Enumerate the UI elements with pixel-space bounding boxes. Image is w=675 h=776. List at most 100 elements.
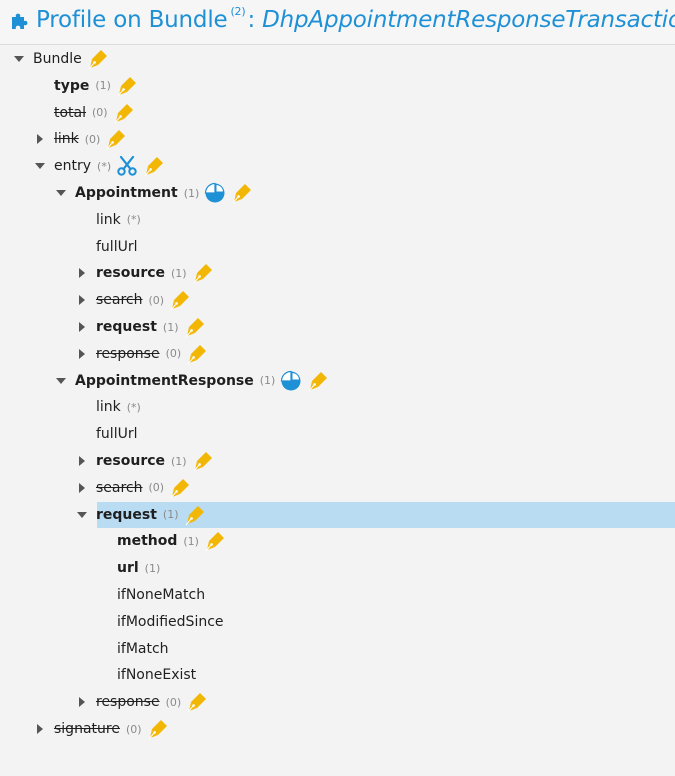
tree-row[interactable]: link (0) xyxy=(0,126,675,152)
tree-row[interactable]: response (0) xyxy=(0,341,675,367)
tree-node: Appointment (1) xyxy=(55,180,253,206)
tree-row[interactable]: link (*) xyxy=(0,394,675,420)
tree-node: response (0) xyxy=(76,689,208,715)
element-label[interactable]: Appointment xyxy=(75,185,178,201)
tree-node: link (*) xyxy=(76,207,141,233)
tree-row[interactable]: total (0) xyxy=(0,100,675,126)
page-title: Profile on Bundle (2): DhpAppointmentResp… xyxy=(36,5,675,33)
pen-icon xyxy=(184,504,206,526)
tree-row[interactable]: request (1) xyxy=(0,501,675,528)
scissors-icon xyxy=(116,155,138,177)
pen-icon xyxy=(116,75,138,97)
tree-row[interactable]: link (*) xyxy=(0,207,675,233)
expand-arrow-icon[interactable] xyxy=(55,375,67,387)
element-label[interactable]: Bundle xyxy=(33,51,82,67)
tree-row[interactable]: Bundle xyxy=(0,46,675,72)
pen-icon xyxy=(192,262,214,284)
tree-row[interactable]: response (0) xyxy=(0,689,675,715)
element-label[interactable]: fullUrl xyxy=(96,239,137,255)
cardinality: (1) xyxy=(171,266,187,280)
tree-row[interactable]: Appointment (1) xyxy=(0,180,675,206)
tree-row[interactable]: search (0) xyxy=(0,475,675,501)
toggle-spacer xyxy=(97,643,109,655)
expand-arrow-icon[interactable] xyxy=(76,509,88,521)
tree-node: method (1) xyxy=(97,528,226,554)
element-label[interactable]: search xyxy=(96,480,143,496)
tree-row[interactable]: url (1) xyxy=(0,555,675,581)
cardinality: (*) xyxy=(126,213,141,227)
pen-icon xyxy=(169,477,191,499)
toggle-spacer xyxy=(76,214,88,226)
element-label[interactable]: request xyxy=(96,319,157,335)
pen-icon xyxy=(192,450,214,472)
element-label[interactable]: resource xyxy=(96,265,165,281)
collapse-arrow-icon[interactable] xyxy=(34,133,46,145)
collapse-arrow-icon[interactable] xyxy=(76,482,88,494)
cardinality: (*) xyxy=(97,159,112,173)
tree-row[interactable]: ifModifiedSince xyxy=(0,609,675,635)
tree-node: response (0) xyxy=(76,341,208,367)
tree-row[interactable]: method (1) xyxy=(0,528,675,554)
element-label[interactable]: AppointmentResponse xyxy=(75,373,254,389)
element-label[interactable]: method xyxy=(117,533,177,549)
tree-node: search (0) xyxy=(76,475,191,501)
pen-icon xyxy=(184,316,206,338)
tree-row[interactable]: AppointmentResponse (1) xyxy=(0,368,675,394)
pen-icon xyxy=(169,289,191,311)
tree-row[interactable]: resource (1) xyxy=(0,448,675,474)
toggle-spacer xyxy=(76,401,88,413)
element-label[interactable]: response xyxy=(96,694,160,710)
collapse-arrow-icon[interactable] xyxy=(76,696,88,708)
element-label[interactable]: total xyxy=(54,105,86,121)
tree-row[interactable]: request (1) xyxy=(0,314,675,340)
element-label[interactable]: ifNoneMatch xyxy=(117,587,205,603)
element-label[interactable]: ifModifiedSince xyxy=(117,614,224,630)
tree-node: fullUrl xyxy=(76,234,137,260)
cardinality: (0) xyxy=(125,722,142,736)
element-label[interactable]: entry xyxy=(54,158,91,174)
expand-arrow-icon[interactable] xyxy=(55,187,67,199)
tree-node: link (*) xyxy=(76,394,141,420)
cardinality: (0) xyxy=(84,132,101,146)
expand-arrow-icon[interactable] xyxy=(13,53,25,65)
pen-icon xyxy=(231,182,253,204)
collapse-arrow-icon[interactable] xyxy=(76,294,88,306)
tree-row[interactable]: ifMatch xyxy=(0,636,675,662)
element-label[interactable]: url xyxy=(117,560,139,576)
tree-node: search (0) xyxy=(76,287,191,313)
collapse-arrow-icon[interactable] xyxy=(76,455,88,467)
tree-row[interactable]: search (0) xyxy=(0,287,675,313)
pen-icon xyxy=(113,102,135,124)
element-label[interactable]: fullUrl xyxy=(96,426,137,442)
tree-row[interactable]: type (1) xyxy=(0,73,675,99)
cardinality: (1) xyxy=(144,561,161,575)
element-label[interactable]: search xyxy=(96,292,143,308)
tree-row[interactable]: ifNoneMatch xyxy=(0,582,675,608)
tree-row[interactable]: fullUrl xyxy=(0,234,675,260)
tree-node: ifNoneExist xyxy=(97,662,196,688)
element-label[interactable]: link xyxy=(96,212,121,228)
collapse-arrow-icon[interactable] xyxy=(76,348,88,360)
element-label[interactable]: resource xyxy=(96,453,165,469)
element-label[interactable]: response xyxy=(96,346,160,362)
tree-row[interactable]: ifNoneExist xyxy=(0,662,675,688)
toggle-spacer xyxy=(97,535,109,547)
element-label[interactable]: signature xyxy=(54,721,120,737)
tree-row[interactable]: signature (0) xyxy=(0,716,675,742)
element-label[interactable]: type xyxy=(54,78,89,94)
element-label[interactable]: ifMatch xyxy=(117,641,169,657)
tree-row[interactable]: entry (*) xyxy=(0,153,675,179)
element-label[interactable]: ifNoneExist xyxy=(117,667,196,683)
toggle-spacer xyxy=(97,589,109,601)
toggle-spacer xyxy=(97,562,109,574)
element-label[interactable]: link xyxy=(96,399,121,415)
tree-row[interactable]: resource (1) xyxy=(0,260,675,286)
tree-node: resource (1) xyxy=(76,448,214,474)
collapse-arrow-icon[interactable] xyxy=(76,321,88,333)
tree-row[interactable]: fullUrl xyxy=(0,421,675,447)
element-label[interactable]: request xyxy=(96,507,157,523)
collapse-arrow-icon[interactable] xyxy=(76,267,88,279)
collapse-arrow-icon[interactable] xyxy=(34,723,46,735)
element-label[interactable]: link xyxy=(54,131,79,147)
expand-arrow-icon[interactable] xyxy=(34,160,46,172)
